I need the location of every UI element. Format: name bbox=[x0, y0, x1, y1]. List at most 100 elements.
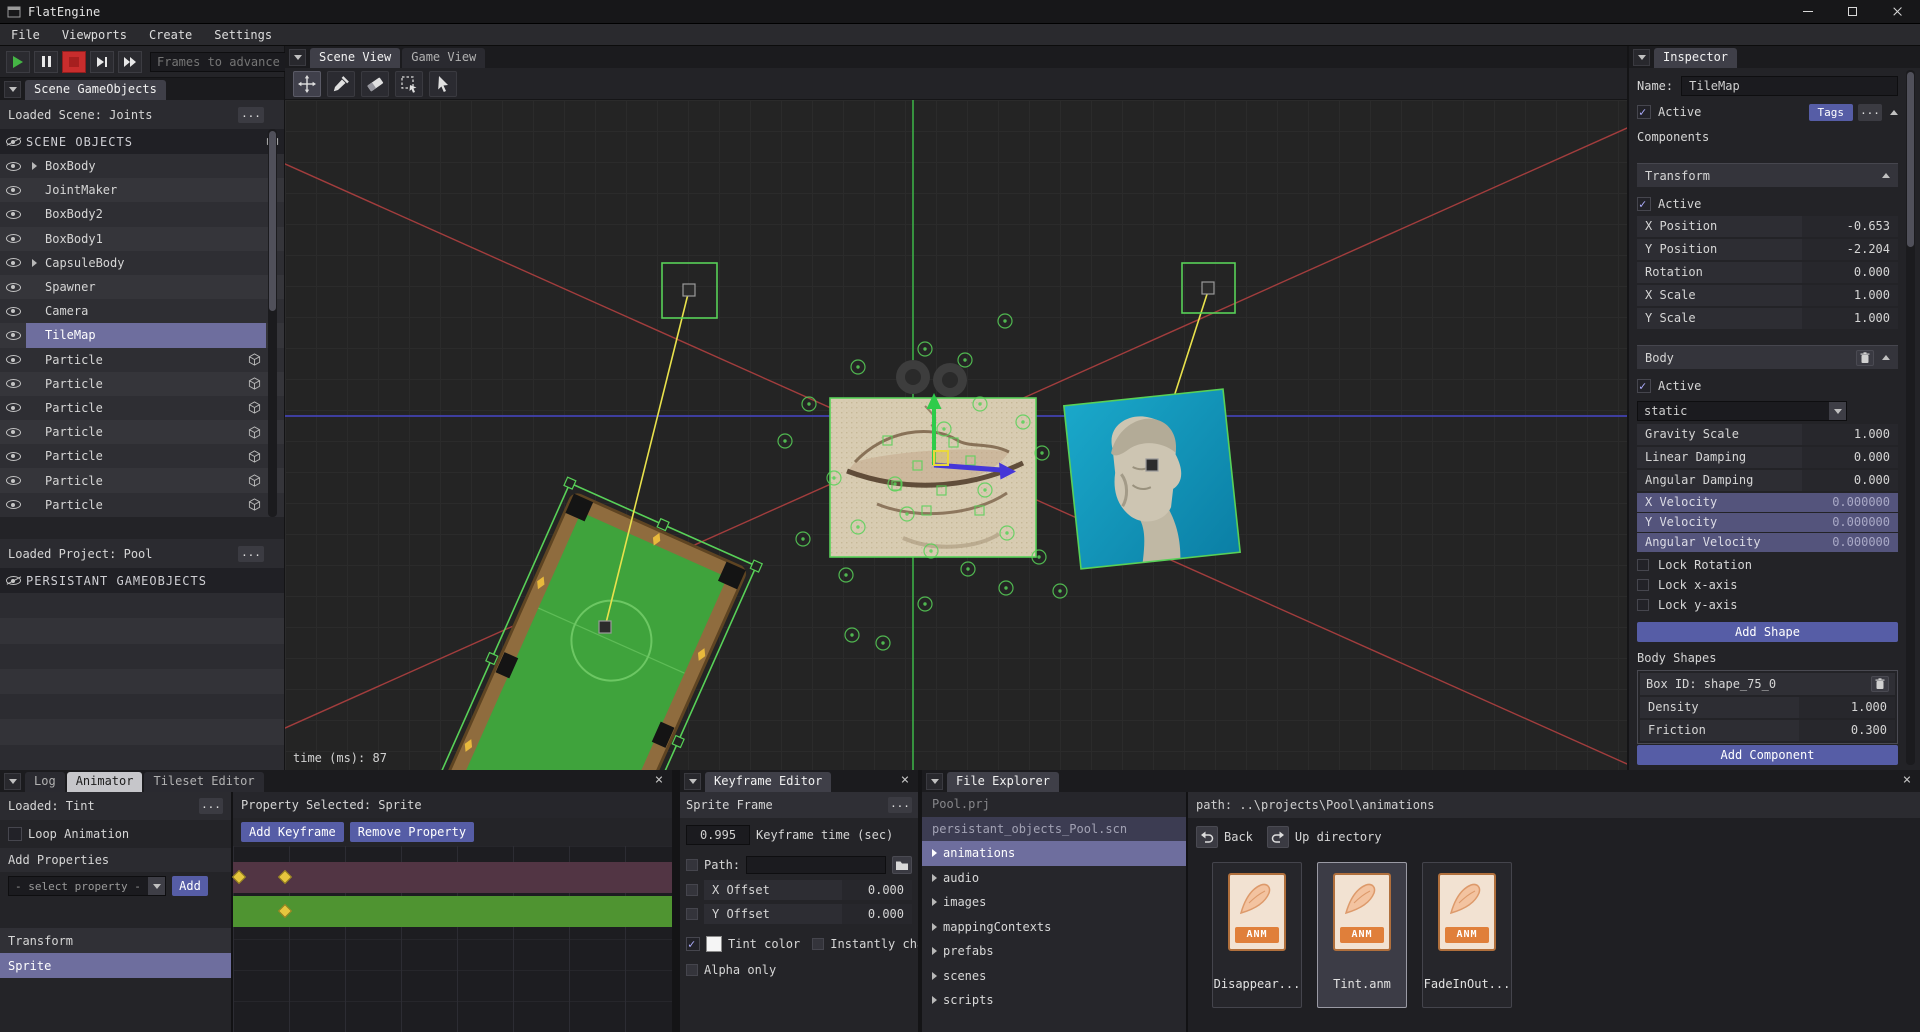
stop-button[interactable] bbox=[62, 50, 86, 73]
visibility-eye-icon[interactable] bbox=[5, 355, 21, 365]
path-flag-checkbox[interactable] bbox=[686, 859, 698, 871]
loop-animation-checkbox[interactable] bbox=[8, 827, 22, 841]
panel-collapse-icon[interactable] bbox=[4, 773, 21, 790]
field-value[interactable]: 0.000 bbox=[1802, 262, 1898, 283]
eraser-tool-button[interactable] bbox=[361, 70, 389, 97]
scene-object-row-boxbody2[interactable]: BoxBody2 bbox=[0, 202, 284, 227]
scene-object-row-particle[interactable]: Particle bbox=[0, 420, 284, 445]
scene-object-row-boxbody1[interactable]: BoxBody1 bbox=[0, 226, 284, 251]
field-row[interactable]: Angular Damping 0.000 bbox=[1637, 470, 1898, 491]
name-field[interactable]: TileMap bbox=[1681, 76, 1898, 96]
visibility-eye-icon[interactable] bbox=[5, 282, 21, 292]
file-card[interactable]: ANM FadeInOut... bbox=[1422, 862, 1512, 1008]
field-row[interactable]: X Offset 0.000 bbox=[704, 880, 912, 900]
close-panel-icon[interactable] bbox=[652, 774, 666, 788]
visibility-eye-icon[interactable] bbox=[5, 234, 21, 244]
field-value[interactable]: 1.000 bbox=[1802, 308, 1898, 329]
expand-arrow-icon[interactable] bbox=[31, 162, 37, 171]
field-row[interactable]: Linear Damping 0.000 bbox=[1637, 447, 1898, 468]
animation-menu-button[interactable]: ... bbox=[199, 798, 223, 814]
delete-shape-button[interactable] bbox=[1871, 676, 1889, 692]
visibility-eye-icon[interactable] bbox=[5, 330, 21, 340]
hierarchy-scrollbar[interactable] bbox=[268, 129, 277, 517]
tree-item-animations[interactable]: animations bbox=[922, 841, 1186, 866]
tab-scene-gameobjects[interactable]: Scene GameObjects bbox=[25, 80, 166, 100]
browse-folder-button[interactable] bbox=[892, 856, 912, 874]
emitter-box[interactable] bbox=[1181, 262, 1236, 314]
visibility-eye-icon[interactable] bbox=[5, 451, 21, 461]
project-menu-button[interactable]: ... bbox=[238, 545, 264, 562]
visibility-eye-icon[interactable] bbox=[5, 209, 21, 219]
scene-canvas[interactable]: time (ms): 87 bbox=[285, 100, 1627, 770]
expand-arrow-icon[interactable] bbox=[31, 258, 37, 267]
animation-timeline[interactable] bbox=[231, 846, 672, 1032]
tab-inspector[interactable]: Inspector bbox=[1654, 48, 1738, 68]
tab-tileset-editor[interactable]: Tileset Editor bbox=[144, 772, 264, 792]
scene-object-row-capsulebody[interactable]: CapsuleBody bbox=[0, 250, 284, 275]
scene-object-row-particle[interactable]: Particle bbox=[0, 468, 284, 493]
maximize-button[interactable] bbox=[1830, 0, 1875, 23]
timeline-track-sprite[interactable] bbox=[233, 896, 672, 927]
field-value[interactable]: 0.000 bbox=[842, 880, 912, 900]
visibility-eye-icon[interactable] bbox=[5, 185, 21, 195]
pause-button[interactable] bbox=[34, 50, 58, 73]
eye-off-icon[interactable] bbox=[5, 576, 21, 585]
add-property-button[interactable]: Add bbox=[172, 876, 208, 896]
scene-object-row-jointmaker[interactable]: JointMaker bbox=[0, 178, 284, 203]
menu-create[interactable]: Create bbox=[138, 24, 203, 46]
tab-keyframe-editor[interactable]: Keyframe Editor bbox=[705, 772, 832, 792]
statue-sprite[interactable] bbox=[1062, 388, 1242, 570]
add-component-button[interactable]: Add Component bbox=[1637, 745, 1898, 765]
close-button[interactable] bbox=[1875, 0, 1920, 23]
field-row[interactable]: Density 1.000 bbox=[1640, 697, 1895, 718]
expand-arrow-icon[interactable] bbox=[932, 996, 937, 1005]
field-row[interactable]: Y Position -2.204 bbox=[1637, 239, 1898, 260]
expand-arrow-icon[interactable] bbox=[932, 971, 937, 980]
inspector-menu-button[interactable]: ... bbox=[1858, 103, 1882, 121]
scene-object-row-particle[interactable]: Particle bbox=[0, 444, 284, 469]
add-shape-button[interactable]: Add Shape bbox=[1637, 622, 1898, 642]
tree-item-mappingcontexts[interactable]: mappingContexts bbox=[922, 915, 1186, 940]
cursor-tool-button[interactable] bbox=[429, 70, 457, 97]
expand-arrow-icon[interactable] bbox=[932, 849, 937, 858]
visibility-eye-icon[interactable] bbox=[5, 476, 21, 486]
up-directory-label[interactable]: Up directory bbox=[1295, 830, 1382, 844]
property-select-dropdown[interactable]: - select property - bbox=[8, 876, 166, 896]
offset-flag-checkbox[interactable] bbox=[686, 908, 698, 920]
tab-game-view[interactable]: Game View bbox=[402, 48, 486, 68]
panel-collapse-icon[interactable] bbox=[1633, 49, 1650, 66]
tree-item-scripts[interactable]: scripts bbox=[922, 988, 1186, 1013]
expand-arrow-icon[interactable] bbox=[932, 898, 937, 907]
scene-object-row-spawner[interactable]: Spawner bbox=[0, 274, 284, 300]
tab-log[interactable]: Log bbox=[25, 772, 65, 792]
fast-forward-button[interactable] bbox=[118, 50, 142, 73]
back-label[interactable]: Back bbox=[1224, 830, 1253, 844]
scene-object-row-particle[interactable]: Particle bbox=[0, 395, 284, 421]
lock-rotation-checkbox[interactable] bbox=[1637, 559, 1649, 571]
play-button[interactable] bbox=[6, 50, 30, 73]
panel-collapse-icon[interactable] bbox=[4, 81, 21, 98]
visibility-eye-icon[interactable] bbox=[5, 161, 21, 171]
keyframe-diamond[interactable] bbox=[277, 903, 293, 919]
emitter-box[interactable] bbox=[661, 262, 718, 319]
delete-component-button[interactable] bbox=[1856, 349, 1874, 366]
tab-scene-view[interactable]: Scene View bbox=[310, 48, 401, 68]
scene-object-row-tilemap[interactable]: TileMap bbox=[0, 323, 284, 348]
file-card-selected[interactable]: ANM Tint.anm bbox=[1317, 862, 1407, 1008]
field-value[interactable]: 1.000 bbox=[1799, 697, 1895, 718]
field-value[interactable]: -0.653 bbox=[1802, 216, 1898, 237]
expand-arrow-icon[interactable] bbox=[932, 922, 937, 931]
tile-select-tool-button[interactable] bbox=[395, 70, 423, 97]
tab-file-explorer[interactable]: File Explorer bbox=[947, 772, 1059, 792]
lock-y-axis-checkbox[interactable] bbox=[1637, 599, 1649, 611]
expand-arrow-icon[interactable] bbox=[932, 947, 937, 956]
property-row-sprite[interactable]: Sprite bbox=[0, 953, 231, 978]
pool-table-sprite[interactable] bbox=[408, 476, 764, 770]
menu-viewports[interactable]: Viewports bbox=[51, 24, 138, 46]
keyframe-diamond[interactable] bbox=[231, 869, 247, 885]
field-row[interactable]: Y Scale 1.000 bbox=[1637, 308, 1898, 329]
collapse-up-icon[interactable] bbox=[1882, 355, 1890, 360]
tree-item-prefabs[interactable]: prefabs bbox=[922, 939, 1186, 964]
field-value[interactable]: 1.000 bbox=[1802, 424, 1898, 445]
tree-item-scenes[interactable]: scenes bbox=[922, 964, 1186, 989]
